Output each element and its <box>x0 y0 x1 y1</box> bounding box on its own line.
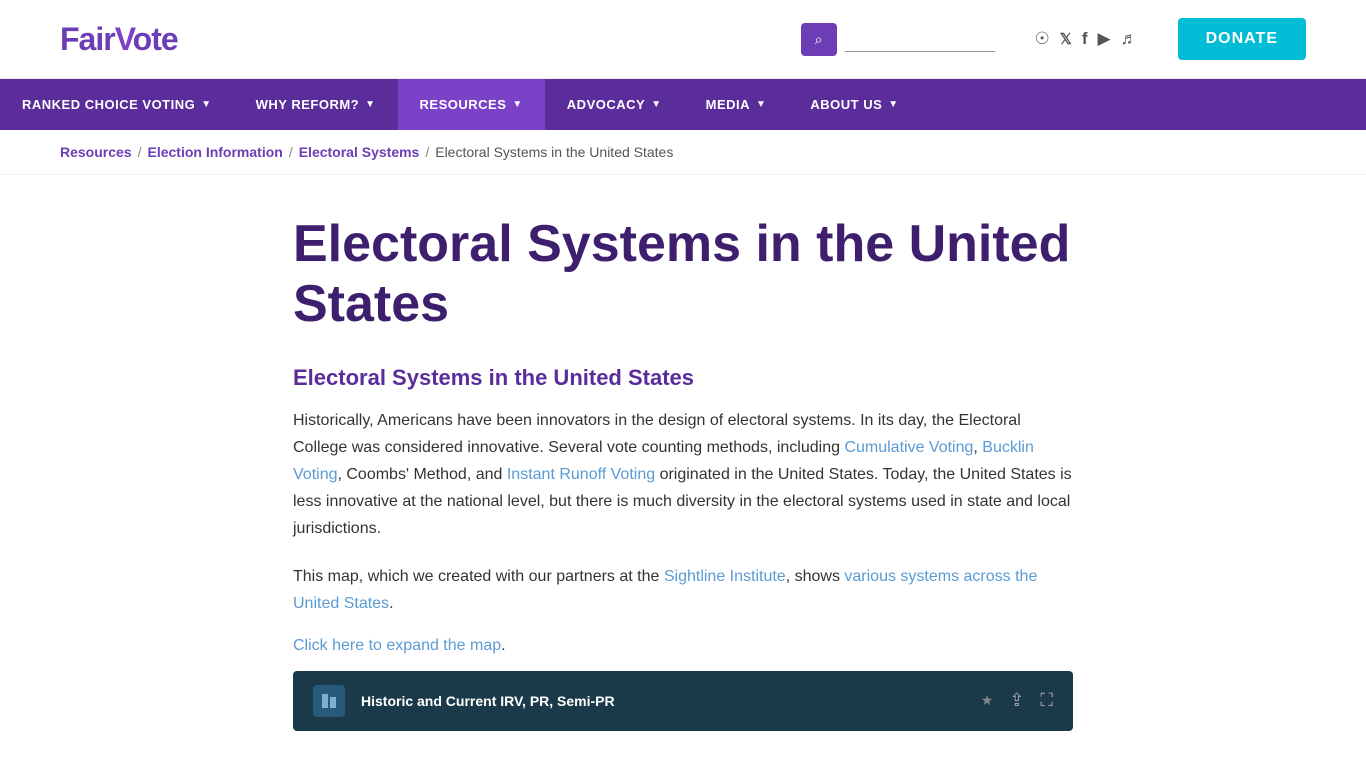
nav-media-arrow: ▼ <box>756 99 766 110</box>
rss-icon[interactable]: ☉ <box>1035 29 1050 49</box>
facebook-icon[interactable]: f <box>1082 29 1088 49</box>
map-embed-title: Historic and Current IRV, PR, Semi-PR <box>361 693 965 709</box>
link-sightline-institute[interactable]: Sightline Institute <box>664 568 786 585</box>
nav-why-reform-label: WHY REFORM? <box>256 97 359 112</box>
nav-advocacy-arrow: ▼ <box>651 99 661 110</box>
logo[interactable]: FairVote <box>60 21 178 58</box>
paragraph-2-mid: , shows <box>786 568 845 585</box>
breadcrumb-current: Electoral Systems in the United States <box>435 144 673 160</box>
main-nav: RANKED CHOICE VOTING ▼ WHY REFORM? ▼ RES… <box>0 79 1366 130</box>
search-area: ⌕ <box>801 23 995 56</box>
main-content: Electoral Systems in the United States E… <box>233 175 1133 771</box>
youtube-icon[interactable]: ▶ <box>1098 29 1111 49</box>
map-embed: Historic and Current IRV, PR, Semi-PR ★ … <box>293 671 1073 731</box>
nav-ranked-choice-voting-label: RANKED CHOICE VOTING <box>22 97 195 112</box>
header: FairVote ⌕ ☉ 𝕏 f ▶ ♬ DONATE <box>0 0 1366 79</box>
paragraph-1-mid2: , Coombs' Method, and <box>337 466 506 483</box>
search-icon: ⌕ <box>815 31 823 47</box>
paragraph-1-mid1: , <box>973 439 982 456</box>
page-title: Electoral Systems in the United States <box>293 215 1073 335</box>
logo-text: FairVote <box>60 21 178 57</box>
twitter-icon[interactable]: 𝕏 <box>1060 30 1072 48</box>
paragraph-1: Historically, Americans have been innova… <box>293 407 1073 543</box>
breadcrumb-sep-3: / <box>425 144 429 160</box>
search-button[interactable]: ⌕ <box>801 23 837 56</box>
nav-media-label: MEDIA <box>706 97 750 112</box>
breadcrumb-election-information[interactable]: Election Information <box>147 144 282 160</box>
nav-about-us-arrow: ▼ <box>888 99 898 110</box>
link-cumulative-voting[interactable]: Cumulative Voting <box>844 439 973 456</box>
paragraph-2-after: . <box>389 595 393 612</box>
nav-about-us-label: ABOUT US <box>810 97 882 112</box>
breadcrumb-electoral-systems[interactable]: Electoral Systems <box>299 144 420 160</box>
link-instant-runoff-voting[interactable]: Instant Runoff Voting <box>507 466 655 483</box>
nav-ranked-choice-voting-arrow: ▼ <box>201 99 211 110</box>
soundcloud-icon[interactable]: ♬ <box>1121 29 1138 49</box>
nav-about-us[interactable]: ABOUT US ▼ <box>788 79 920 130</box>
map-embed-icon <box>313 685 345 717</box>
paragraph-2-before: This map, which we created with our part… <box>293 568 664 585</box>
nav-resources[interactable]: RESOURCES ▼ <box>398 79 545 130</box>
breadcrumb-resources[interactable]: Resources <box>60 144 132 160</box>
nav-media[interactable]: MEDIA ▼ <box>684 79 789 130</box>
click-expand-link[interactable]: Click here to expand the map <box>293 637 501 654</box>
map-expand-icon[interactable]: ⛶ <box>1040 690 1053 711</box>
nav-resources-label: RESOURCES <box>420 97 507 112</box>
breadcrumb-sep-2: / <box>289 144 293 160</box>
nav-why-reform-arrow: ▼ <box>365 99 375 110</box>
breadcrumb-sep-1: / <box>138 144 142 160</box>
nav-ranked-choice-voting[interactable]: RANKED CHOICE VOTING ▼ <box>0 79 234 130</box>
map-embed-star: ★ <box>981 692 994 709</box>
section-subtitle: Electoral Systems in the United States <box>293 365 1073 391</box>
click-expand-paragraph: Click here to expand the map. <box>293 637 1073 655</box>
nav-advocacy[interactable]: ADVOCACY ▼ <box>545 79 684 130</box>
nav-resources-arrow: ▼ <box>512 99 522 110</box>
search-input[interactable] <box>845 27 995 52</box>
donate-button[interactable]: DONATE <box>1178 18 1306 60</box>
map-share-icon[interactable]: ⇪ <box>1009 690 1024 711</box>
breadcrumb: Resources / Election Information / Elect… <box>0 130 1366 175</box>
click-expand-period: . <box>501 637 505 654</box>
map-embed-actions: ⇪ ⛶ <box>1009 690 1053 711</box>
social-icons: ☉ 𝕏 f ▶ ♬ <box>1035 29 1138 49</box>
nav-why-reform[interactable]: WHY REFORM? ▼ <box>234 79 398 130</box>
paragraph-2: This map, which we created with our part… <box>293 563 1073 617</box>
nav-advocacy-label: ADVOCACY <box>567 97 645 112</box>
